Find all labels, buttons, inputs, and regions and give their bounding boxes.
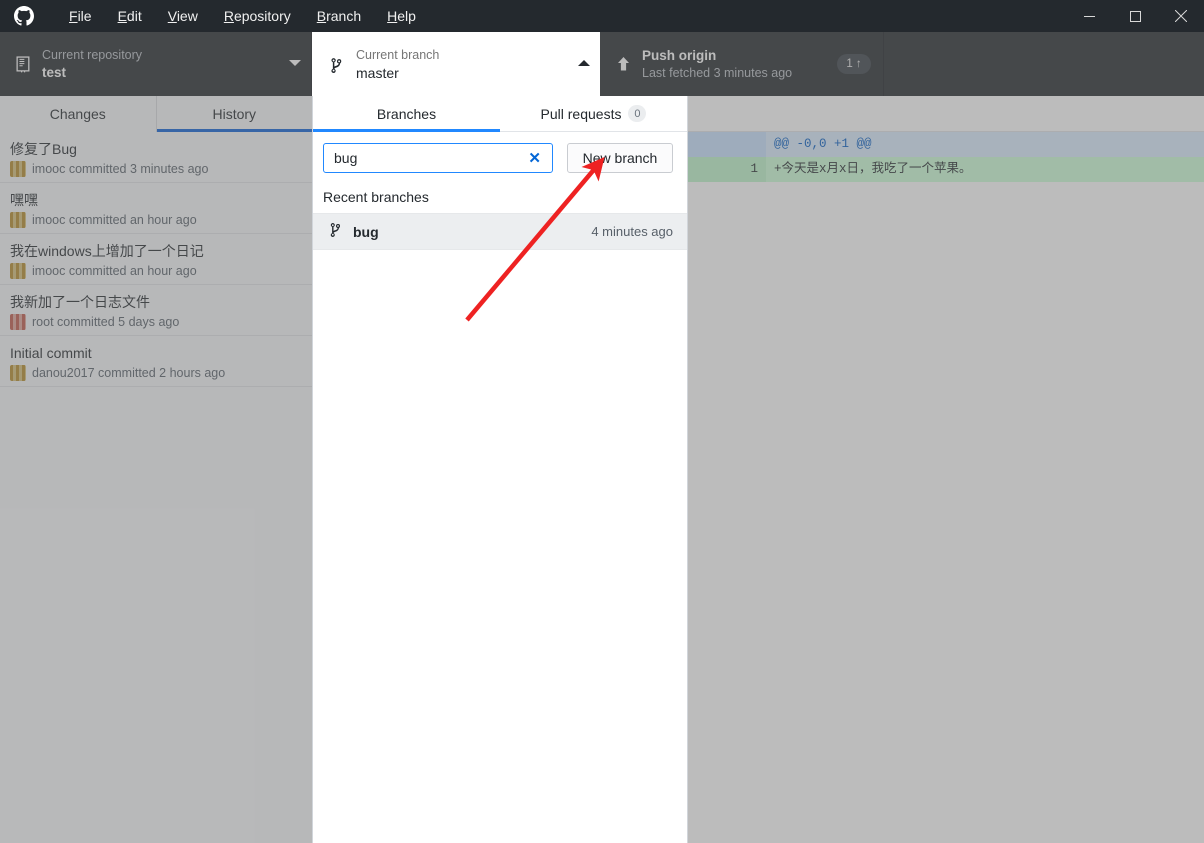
menu-help[interactable]: Help (374, 4, 429, 28)
commit-author-time: imooc committed an hour ago (32, 213, 197, 227)
branch-dropdown-tabs: Branches Pull requests 0 (313, 96, 687, 132)
toolbar: Current repository test Current branch m… (0, 32, 1204, 96)
branch-filter-row: bug ✕ New branch (313, 132, 687, 183)
foldout-tab-branches[interactable]: Branches (313, 96, 500, 132)
push-origin-sublabel: Last fetched 3 minutes ago (642, 65, 793, 80)
avatar (10, 161, 26, 177)
git-branch-icon (329, 221, 343, 242)
foldout-tab-pull-requests-label: Pull requests (540, 105, 622, 122)
commit-title: Initial commit (10, 345, 92, 361)
toolbar-spacer (884, 32, 1204, 96)
diff-new-line-number: 1 (727, 157, 766, 182)
maximize-icon[interactable] (1112, 0, 1158, 32)
foldout-tab-branches-label: Branches (376, 105, 437, 122)
diff-line-text: +今天是x月x日，我吃了一个苹果。 (774, 162, 972, 176)
window-controls (1066, 0, 1204, 32)
avatar (10, 365, 26, 381)
diff-added-line-row: 1 +今天是x月x日，我吃了一个苹果。 (688, 157, 1204, 182)
commit-author-time: danou2017 committed 2 hours ago (32, 366, 226, 380)
recent-branches-heading: Recent branches (323, 189, 429, 205)
github-desktop-window: File Edit View Repository Branch Help Cu… (0, 0, 1204, 843)
avatar (10, 314, 26, 330)
tab-changes-label: Changes (49, 106, 106, 122)
minimize-icon[interactable] (1066, 0, 1112, 32)
branch-filter-value: bug (334, 150, 358, 166)
avatar (10, 263, 26, 279)
menu-branch[interactable]: Branch (304, 4, 374, 28)
ahead-count-value: 1 (846, 58, 853, 70)
commit-meta: imooc committed 3 minutes ago (10, 161, 302, 177)
commit-title: 我新加了一个日志文件 (10, 294, 150, 310)
branch-list-item[interactable]: bug 4 minutes ago (313, 213, 687, 250)
diff-new-line-number (727, 132, 766, 157)
menu-file[interactable]: File (56, 4, 105, 28)
commit-list-item[interactable]: Initial commit danou2017 committed 2 hou… (0, 336, 312, 387)
commit-list-item[interactable]: 嘿嘿 imooc committed an hour ago (0, 183, 312, 234)
commit-list-item[interactable]: 修复了Bug imooc committed 3 minutes ago (0, 132, 312, 183)
foldout-pull-requests-count-badge: 0 (628, 105, 647, 122)
commit-meta: danou2017 committed 2 hours ago (10, 365, 302, 381)
commit-list-item[interactable]: 我在windows上增加了一个日记 imooc committed an hou… (0, 234, 312, 285)
chevron-down-icon (283, 59, 301, 69)
arrow-up-icon (612, 56, 634, 72)
repo-book-icon (12, 55, 34, 73)
commit-author-time: imooc committed 3 minutes ago (32, 162, 209, 176)
menu-edit[interactable]: Edit (105, 4, 155, 28)
diff-hunk-header-row: @@ -0,0 +1 @@ (688, 132, 1204, 157)
branch-dropdown-panel: Branches Pull requests 0 bug ✕ New branc… (312, 96, 688, 843)
diff-viewer: @@ -0,0 +1 @@ 1 +今天是x月x日，我吃了一个苹果。 (688, 132, 1204, 843)
foldout-tab-pull-requests[interactable]: Pull requests 0 (500, 96, 687, 131)
menu-view[interactable]: View (155, 4, 211, 28)
diff-hunk-header-text: @@ -0,0 +1 @@ (774, 137, 872, 151)
branch-filter-input[interactable]: bug ✕ (323, 143, 553, 173)
diff-old-line-number (688, 132, 727, 157)
tab-changes[interactable]: Changes (0, 96, 157, 132)
ahead-count-badge: 1 ↑ (837, 54, 871, 74)
ahead-arrow-icon: ↑ (855, 58, 862, 70)
commit-meta: imooc committed an hour ago (10, 212, 302, 228)
branch-updated-time: 4 minutes ago (591, 224, 673, 239)
title-bar: File Edit View Repository Branch Help (0, 0, 1204, 32)
current-repository-value: test (42, 64, 67, 80)
commit-meta: imooc committed an hour ago (10, 263, 302, 279)
chevron-up-icon (572, 59, 590, 69)
new-branch-button[interactable]: New branch (567, 143, 673, 173)
github-logo-icon (8, 0, 40, 32)
current-repository-label: Current repository (42, 47, 143, 62)
current-repository-button[interactable]: Current repository test (0, 32, 312, 96)
commit-author-time: root committed 5 days ago (32, 315, 180, 329)
current-branch-value: master (356, 64, 399, 81)
clear-icon[interactable]: ✕ (525, 149, 544, 167)
push-origin-button[interactable]: Push origin Last fetched 3 minutes ago 1… (600, 32, 884, 96)
branch-name: bug (353, 223, 379, 240)
branch-list-empty-area (313, 250, 687, 843)
commit-title: 我在windows上增加了一个日记 (10, 243, 204, 259)
sidebar: Changes History 修复了Bug imooc committed 3… (0, 96, 312, 843)
commit-list-item[interactable]: 我新加了一个日志文件 root committed 5 days ago (0, 285, 312, 336)
menu-repository[interactable]: Repository (211, 4, 304, 28)
push-origin-label: Push origin (642, 47, 717, 63)
tab-history-label: History (212, 106, 257, 122)
avatar (10, 212, 26, 228)
commit-author-time: imooc committed an hour ago (32, 264, 197, 278)
sidebar-tabs: Changes History (0, 96, 312, 132)
menu-bar: File Edit View Repository Branch Help (56, 4, 429, 28)
close-icon[interactable] (1158, 0, 1204, 32)
commit-title: 修复了Bug (10, 141, 77, 157)
diff-old-line-number (688, 157, 727, 182)
commit-title: 嘿嘿 (10, 192, 38, 208)
current-branch-label: Current branch (356, 47, 440, 62)
tab-history[interactable]: History (156, 96, 313, 132)
commit-meta: root committed 5 days ago (10, 314, 302, 330)
git-branch-icon (326, 56, 348, 73)
current-branch-button[interactable]: Current branch master (312, 32, 600, 96)
commit-list[interactable]: 修复了Bug imooc committed 3 minutes ago 嘿嘿 … (0, 132, 312, 843)
